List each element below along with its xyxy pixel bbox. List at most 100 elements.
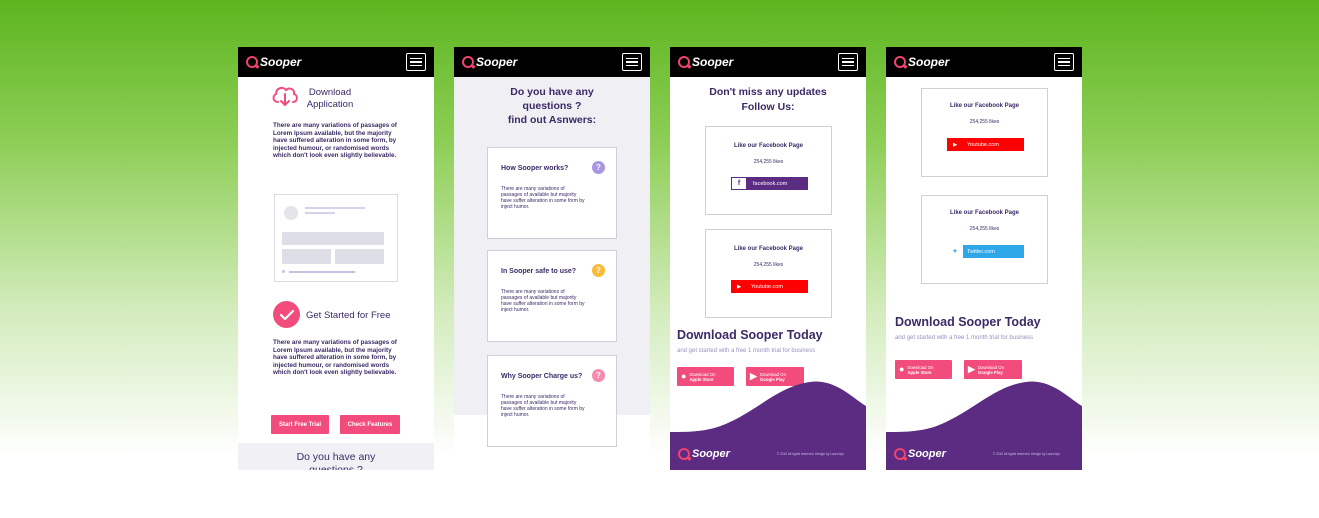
brand-logo[interactable]: Sooper bbox=[894, 55, 949, 69]
menu-button[interactable] bbox=[1054, 53, 1074, 71]
brand-name: Sooper bbox=[476, 55, 518, 69]
faq-card[interactable]: Why Sooper Charge us? ? There are many v… bbox=[487, 355, 617, 447]
faq-heading: Do you have any questions ? find out Asn… bbox=[454, 85, 650, 127]
faq-section-preview: Do you have any questions ? bbox=[238, 443, 434, 470]
top-bar: Sooper bbox=[886, 47, 1082, 77]
top-bar: Sooper bbox=[454, 47, 650, 77]
logo-icon bbox=[246, 56, 258, 68]
apple-store-button[interactable]: ● Download On Apple Store bbox=[895, 360, 952, 379]
faq-answer: There are many variations of passages of… bbox=[501, 186, 585, 210]
youtube-link-label: Youtube.com bbox=[967, 141, 999, 148]
twitter-link-label: Twitter.com bbox=[967, 248, 995, 255]
logo-icon bbox=[894, 448, 906, 460]
facebook-link-button[interactable]: f facebook.com bbox=[731, 177, 808, 190]
brand-logo[interactable]: Sooper bbox=[678, 55, 733, 69]
logo-icon bbox=[894, 56, 906, 68]
download-subtitle: and get started with a free 1 month tria… bbox=[677, 348, 816, 354]
get-started-paragraph: There are many variations of passages of… bbox=[273, 339, 397, 376]
top-bar: Sooper bbox=[238, 47, 434, 77]
check-features-button[interactable]: Check Features bbox=[340, 415, 400, 434]
social-card-likes: 254,255 likes bbox=[969, 119, 1000, 125]
screen-faq: Sooper Do you have any questions ? find … bbox=[454, 47, 650, 470]
app-mockup-illustration bbox=[274, 194, 398, 282]
download-title: Download Application bbox=[306, 87, 354, 110]
footer-logo[interactable]: Sooper bbox=[678, 448, 730, 460]
google-play-label: Google Play bbox=[977, 369, 1003, 375]
logo-icon bbox=[462, 56, 474, 68]
footer-brand-name: Sooper bbox=[692, 448, 730, 460]
check-circle-icon bbox=[273, 301, 300, 328]
social-card-facebook: Like our Facebook Page 254,255 likes f f… bbox=[705, 126, 832, 215]
top-bar: Sooper bbox=[670, 47, 866, 77]
google-play-label-small: Download On bbox=[759, 371, 786, 377]
menu-button[interactable] bbox=[622, 53, 642, 71]
download-subtitle: and get started with a free 1 month tria… bbox=[895, 335, 1034, 341]
social-card-likes: 254,255 likes bbox=[753, 262, 784, 268]
brand-logo[interactable]: Sooper bbox=[246, 55, 301, 69]
apple-store-label-small: Download On bbox=[907, 364, 934, 370]
apple-icon: ● bbox=[681, 371, 687, 381]
download-paragraph: There are many variations of passages of… bbox=[273, 122, 397, 159]
youtube-link-label: Youtube.com bbox=[751, 283, 783, 290]
menu-button[interactable] bbox=[406, 53, 426, 71]
twitter-bird-icon: ✦ bbox=[947, 245, 963, 258]
cloud-download-icon bbox=[271, 84, 299, 113]
download-title: Download Sooper Today bbox=[677, 328, 823, 342]
youtube-link-button[interactable]: ▶ Youtube.com bbox=[947, 138, 1024, 151]
copyright-text: © 2019 All rights reserved. Design by La… bbox=[992, 452, 1060, 456]
question-mark-icon: ? bbox=[592, 161, 605, 174]
faq-answer: There are many variations of passages of… bbox=[501, 394, 585, 418]
social-card-likes: 254,255 likes bbox=[753, 159, 784, 165]
start-free-trial-button[interactable]: Start Free Trial bbox=[271, 415, 329, 434]
faq-heading-preview: Do you have any questions ? bbox=[296, 451, 376, 470]
menu-button[interactable] bbox=[838, 53, 858, 71]
social-card-youtube: Like our Facebook Page 254,255 likes ▶ Y… bbox=[705, 229, 832, 318]
facebook-icon: f bbox=[731, 177, 747, 190]
brand-name: Sooper bbox=[908, 55, 950, 69]
twitter-link-button[interactable]: ✦ Twitter.com bbox=[947, 245, 1024, 258]
youtube-link-button[interactable]: ▶ Youtube.com bbox=[731, 280, 808, 293]
brand-name: Sooper bbox=[692, 55, 734, 69]
follow-heading: Don't miss any updates Follow Us: bbox=[670, 85, 866, 115]
screen-follow-us: Sooper Don't miss any updates Follow Us:… bbox=[670, 47, 866, 470]
social-card-youtube: Like our Facebook Page 254,255 likes ▶ Y… bbox=[921, 88, 1048, 177]
social-card-title: Like our Facebook Page bbox=[733, 143, 804, 149]
follow-heading-line1: Don't miss any updates bbox=[709, 86, 827, 98]
apple-icon: ● bbox=[899, 364, 905, 374]
faq-question: How Sooper works? bbox=[501, 165, 569, 172]
google-play-label-small: Download On bbox=[977, 364, 1004, 370]
social-card-title: Like our Facebook Page bbox=[733, 246, 804, 252]
social-card-twitter: Like our Facebook Page 254,255 likes ✦ T… bbox=[921, 195, 1048, 284]
google-play-icon: ▶ bbox=[968, 364, 975, 374]
faq-card[interactable]: How Sooper works? ? There are many varia… bbox=[487, 147, 617, 239]
copyright-text: © 2019 All rights reserved. Design by La… bbox=[776, 452, 844, 456]
faq-heading-line2: questions ? bbox=[522, 100, 582, 112]
google-play-button[interactable]: ▶ Download On Google Play bbox=[964, 360, 1022, 379]
follow-heading-line2: Follow Us: bbox=[741, 101, 795, 113]
question-mark-icon: ? bbox=[592, 264, 605, 277]
social-card-title: Like our Facebook Page bbox=[949, 103, 1020, 109]
screen-social-download: Sooper Like our Facebook Page 254,255 li… bbox=[886, 47, 1082, 470]
logo-icon bbox=[678, 56, 690, 68]
youtube-play-icon: ▶ bbox=[737, 283, 741, 290]
brand-name: Sooper bbox=[260, 55, 302, 69]
apple-store-label-small: Download On bbox=[689, 371, 716, 377]
get-started-title: Get Started for Free bbox=[306, 310, 391, 321]
facebook-link-label: facebook.com bbox=[753, 180, 788, 187]
faq-question: Why Sooper Charge us? bbox=[501, 373, 583, 380]
faq-heading-line1: Do you have any bbox=[510, 86, 594, 98]
faq-heading-line3: find out Asnwers: bbox=[507, 114, 597, 126]
footer-logo[interactable]: Sooper bbox=[894, 448, 946, 460]
faq-card[interactable]: In Sooper safe to use? ? There are many … bbox=[487, 250, 617, 342]
faq-question: In Sooper safe to use? bbox=[501, 268, 577, 275]
apple-store-label: Apple Store bbox=[907, 369, 932, 375]
question-mark-icon: ? bbox=[592, 369, 605, 382]
download-title: Download Sooper Today bbox=[895, 315, 1041, 329]
social-card-title: Like our Facebook Page bbox=[949, 210, 1020, 216]
logo-icon bbox=[678, 448, 690, 460]
social-card-likes: 254,255 likes bbox=[969, 226, 1000, 232]
footer: Sooper © 2019 All rights reserved. Desig… bbox=[886, 380, 1082, 470]
google-play-icon: ▶ bbox=[750, 371, 757, 381]
screen-download-app: Sooper Download Application There are ma… bbox=[238, 47, 434, 470]
brand-logo[interactable]: Sooper bbox=[462, 55, 517, 69]
